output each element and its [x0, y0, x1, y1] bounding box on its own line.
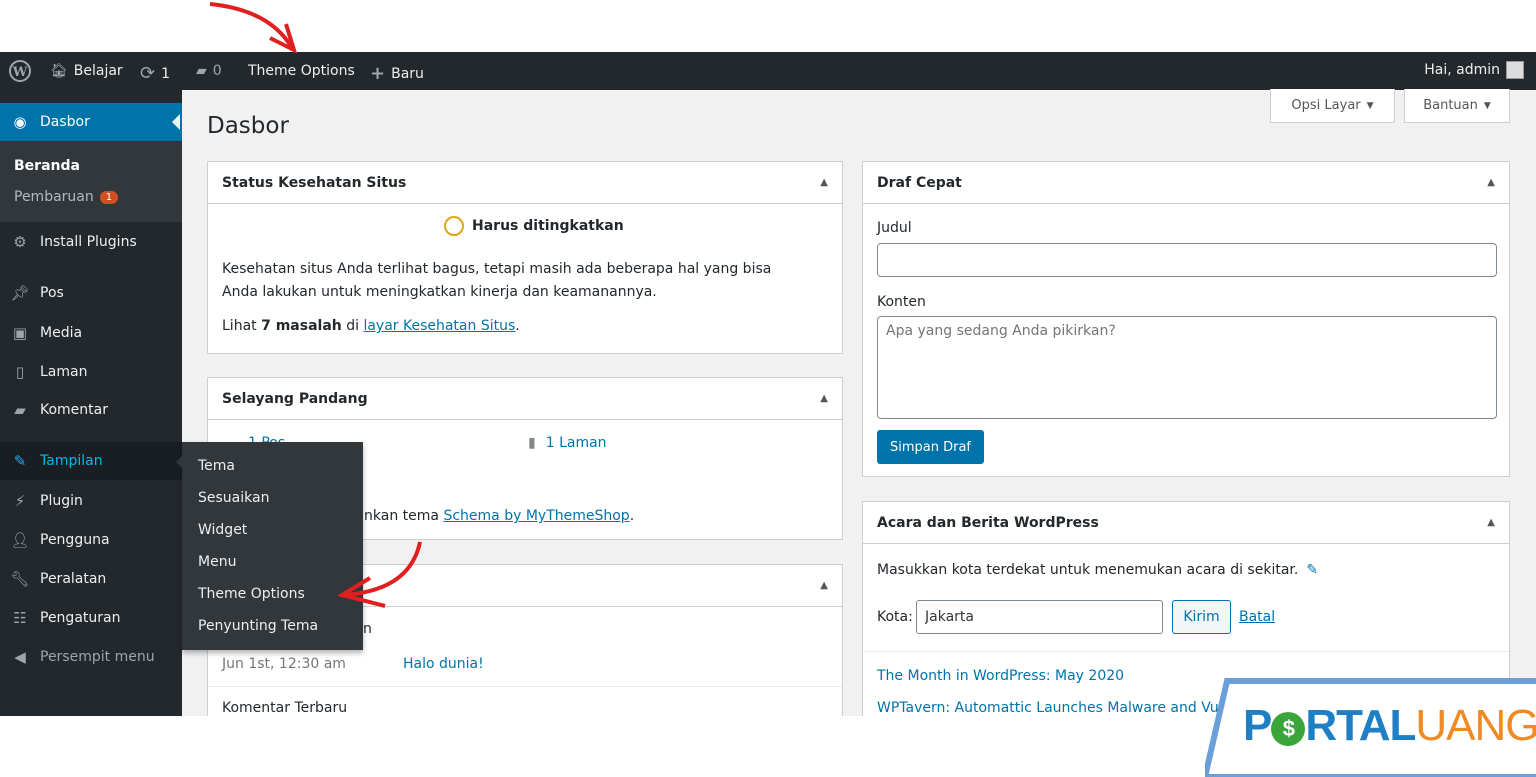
annotation-arrows — [209, 2, 422, 608]
portaluang-watermark-logo: P $ RTALUANG — [1205, 677, 1536, 777]
